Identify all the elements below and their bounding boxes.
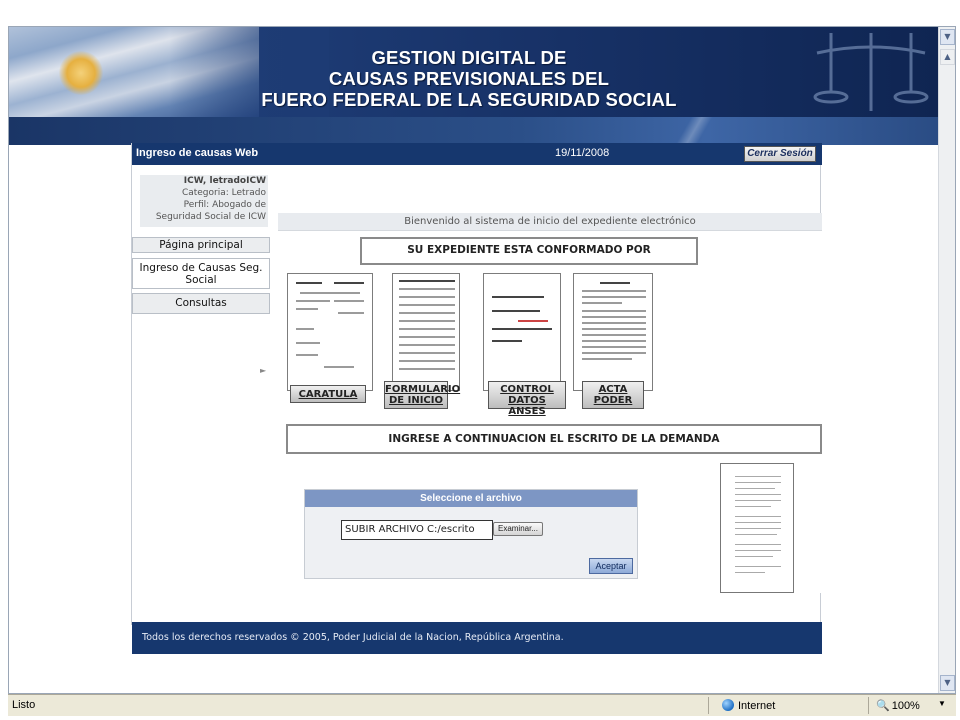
page-footer: Todos los derechos reservados © 2005, Po… [132,622,822,654]
formulario-inicio-button[interactable]: FORMULARIO DE INICIO [384,381,460,409]
user-category: Categoria: Letrado [181,188,266,198]
section-demanda-title: INGRESE A CONTINUACION EL ESCRITO DE LA … [286,424,822,454]
scroll-down-icon[interactable]: ▼ [940,675,955,691]
zoom-dropdown-icon[interactable]: ▼ [938,699,946,708]
control-datos-thumbnail [483,273,561,391]
scroll-up-arrow-icon[interactable]: ▲ [940,49,955,65]
control-datos-anses-button[interactable]: CONTROL DATOS ANSES [488,381,566,417]
browse-button[interactable]: Examinar... [493,522,543,536]
browser-viewport: GESTION DIGITAL DE CAUSAS PREVISIONALES … [8,26,956,694]
page-container: Ingreso de causas Web 19/11/2008 Cerrar … [131,143,822,654]
magnifier-icon: 🔍 [876,700,890,712]
scales-of-justice-icon [813,33,929,111]
collapse-arrow-icon[interactable]: ► [260,366,266,375]
caratula-button[interactable]: CARATULA [290,385,366,403]
acta-poder-thumbnail [573,273,653,391]
formulario-thumbnail [392,273,460,391]
user-profile: Perfil: Abogado de [183,200,266,210]
accept-button[interactable]: Aceptar [589,558,633,574]
demanda-preview-thumbnail [720,463,794,593]
current-date: 19/11/2008 [555,147,610,159]
banner-bottom-band [9,117,939,145]
user-name: ICW, letradoICW [183,176,266,186]
welcome-message: Bienvenido al sistema de inicio del expe… [278,213,822,231]
browser-status-bar: Listo Internet 🔍 100% ▼ [8,694,956,716]
status-text: Listo [12,699,36,711]
site-banner: GESTION DIGITAL DE CAUSAS PREVISIONALES … [9,27,939,145]
section-expediente-title: SU EXPEDIENTE ESTA CONFORMADO POR [360,237,698,265]
upload-panel-title: Seleccione el archivo [305,490,637,507]
scroll-up-icon[interactable]: ▼ [940,29,955,45]
sidebar-item-consultas[interactable]: Consultas [132,293,270,314]
vertical-scrollbar[interactable]: ▼ ▲ ▼ [938,27,955,693]
user-info: ICW, letradoICW Categoria: Letrado Perfi… [140,175,268,227]
sidebar-item-ingreso-causas[interactable]: Ingreso de Causas Seg. Social [132,258,270,289]
sidebar-item-pagina-principal[interactable]: Página principal [132,237,270,253]
sun-of-may-icon [59,51,103,95]
file-path-input[interactable]: SUBIR ARCHIVO C:/escrito [341,520,493,540]
banner-title: GESTION DIGITAL DE CAUSAS PREVISIONALES … [261,47,677,110]
logout-button[interactable]: Cerrar Sesión [744,146,816,162]
zoom-level[interactable]: 🔍 100% [876,699,920,712]
main-content: Bienvenido al sistema de inicio del expe… [278,213,822,593]
upload-panel: Seleccione el archivo SUBIR ARCHIVO C:/e… [304,489,638,579]
sidebar: ICW, letradoICW Categoria: Letrado Perfi… [132,165,270,563]
security-zone: Internet [722,699,775,712]
acta-poder-button[interactable]: ACTA PODER [582,381,644,409]
user-profile-cont: Seguridad Social de ICW [155,212,266,222]
app-title: Ingreso de causas Web [136,147,259,159]
app-header: Ingreso de causas Web 19/11/2008 Cerrar … [132,143,822,165]
caratula-thumbnail [287,273,373,391]
globe-icon [722,699,734,711]
